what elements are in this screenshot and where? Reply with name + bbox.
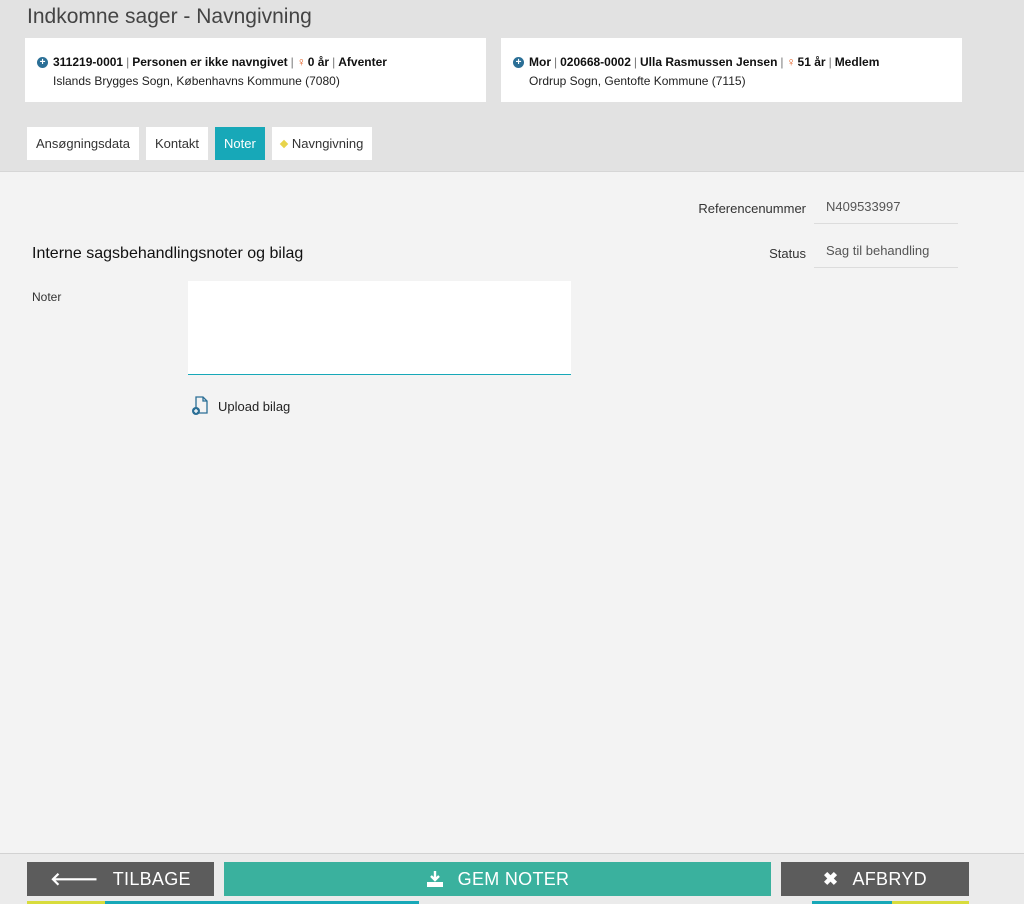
action-bar: 🡐 TILBAGE GEM NOTER ✖ AFBRYD: [0, 853, 1024, 904]
mother-role: Mor: [529, 55, 551, 69]
file-add-icon: [192, 396, 208, 415]
separator: |: [633, 55, 637, 69]
cancel-button-label: AFBRYD: [852, 868, 927, 889]
mother-cpr-prefix: 020668-: [560, 55, 605, 69]
mother-status: Medlem: [834, 55, 880, 69]
mother-card-summary: + Mor | 020668- 0002 | Ulla Rasmussen Jen…: [513, 53, 950, 72]
save-notes-label: GEM NOTER: [457, 868, 570, 889]
upload-attachment-button[interactable]: Upload bilag: [191, 396, 290, 416]
child-address: Islands Brygges Sogn, Københavns Kommune…: [53, 74, 340, 88]
female-person-icon: ♀: [296, 55, 306, 69]
plus-circle-icon[interactable]: +: [513, 57, 524, 68]
mother-age: 51 år: [797, 55, 826, 69]
tab-kontakt[interactable]: Kontakt: [145, 127, 209, 160]
child-card-summary: + 311219- 0001 | Personen er ikke navngiv…: [37, 53, 474, 72]
mother-address: Ordrup Sogn, Gentofte Kommune (7115): [529, 74, 746, 88]
separator: |: [780, 55, 784, 69]
save-notes-button[interactable]: GEM NOTER: [224, 862, 771, 896]
child-status: Afventer: [338, 55, 387, 69]
child-cpr-suffix: 0001: [96, 55, 124, 69]
female-person-icon: ♀: [786, 55, 796, 69]
tab-ansoegningsdata[interactable]: Ansøgningsdata: [27, 127, 139, 160]
separator: |: [554, 55, 558, 69]
close-icon: ✖: [823, 868, 839, 889]
notes-textarea[interactable]: [188, 281, 571, 375]
case-header: Indkomne sager - Navngivning + 311219- 00…: [0, 0, 1024, 172]
separator: |: [126, 55, 130, 69]
status-label: Status: [769, 246, 806, 261]
status-value: Sag til behandling: [814, 243, 958, 268]
child-name: Personen er ikke navngivet: [132, 55, 288, 69]
tab-bar: Ansøgningsdata Kontakt Noter Navngivning: [27, 127, 379, 160]
reference-number-value: N409533997: [814, 199, 958, 224]
reference-number-label: Referencenummer: [698, 201, 806, 216]
plus-circle-icon[interactable]: +: [37, 57, 48, 68]
back-button[interactable]: 🡐 TILBAGE: [27, 862, 214, 896]
back-button-label: TILBAGE: [112, 868, 191, 889]
diamond-icon: [279, 139, 289, 148]
arrow-left-icon: 🡐: [50, 868, 99, 889]
tab-noter[interactable]: Noter: [215, 127, 265, 160]
page-title: Indkomne sager - Navngivning: [27, 5, 312, 28]
child-age: 0 år: [307, 55, 330, 69]
separator: |: [828, 55, 832, 69]
download-icon: [426, 871, 443, 887]
tab-navngivning-label: Navngivning: [291, 136, 364, 151]
mother-name: Ulla Rasmussen Jensen: [640, 55, 778, 69]
upload-label: Upload bilag: [218, 398, 291, 414]
child-cpr-prefix: 311219-: [53, 55, 97, 69]
tab-navngivning[interactable]: Navngivning: [271, 127, 373, 160]
child-card[interactable]: + 311219- 0001 | Personen er ikke navngiv…: [25, 38, 486, 102]
mother-cpr-suffix: 0002: [604, 55, 631, 69]
separator: |: [290, 55, 294, 69]
separator: |: [332, 55, 336, 69]
section-title: Interne sagsbehandlingsnoter og bilag: [32, 245, 304, 262]
notes-label: Noter: [32, 290, 62, 304]
cancel-button[interactable]: ✖ AFBRYD: [781, 862, 969, 896]
mother-card[interactable]: + Mor | 020668- 0002 | Ulla Rasmussen Jen…: [501, 38, 962, 102]
